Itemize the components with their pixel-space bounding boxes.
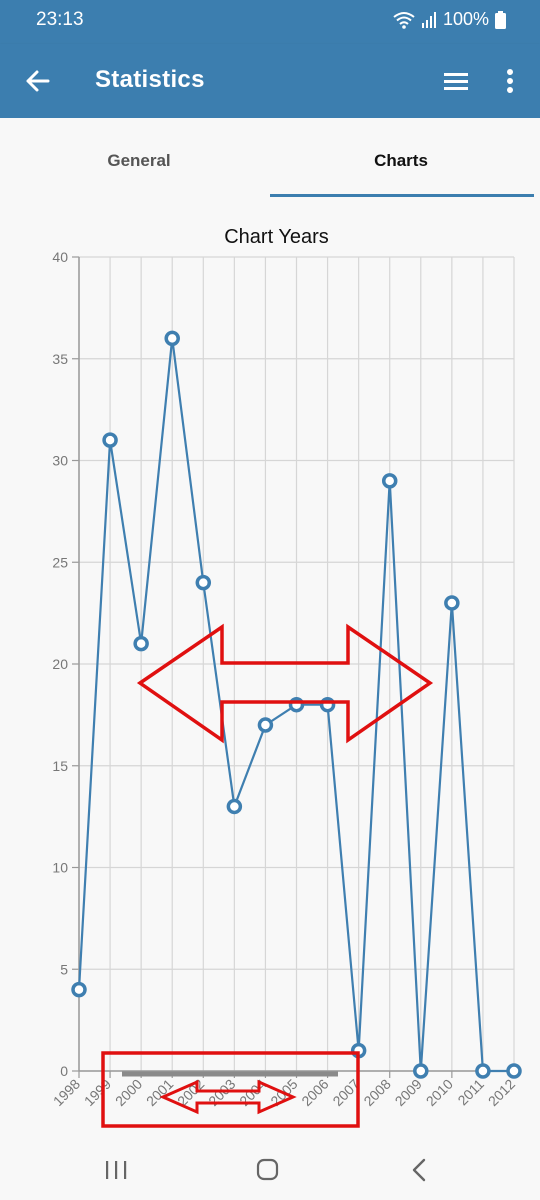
data-point [133,635,149,652]
page-title: Statistics [95,66,205,93]
pan-arrow-annotation [136,623,434,744]
data-point [475,1063,491,1079]
app-bar: Statistics [0,44,540,118]
active-tab-indicator [270,194,534,197]
battery-icon [495,10,506,29]
battery-percent: 100% [442,9,489,29]
nav-back-icon[interactable] [390,1150,450,1190]
data-point [164,330,180,347]
y-tick-label: 30 [52,453,68,469]
x-tick-label: 1998 [50,1076,83,1109]
data-point [413,1063,429,1079]
more-vert-icon[interactable] [492,61,528,101]
data-point [102,432,118,448]
y-tick-label: 20 [52,656,68,672]
x-tick-label: 2011 [454,1076,487,1109]
signal-icon [421,11,436,28]
status-icons: 100% [393,9,506,30]
tab-general[interactable]: General [4,118,274,198]
x-tick-label: 1999 [81,1076,114,1109]
status-time: 23:13 [36,9,84,30]
y-tick-label: 35 [52,351,68,367]
recents-icon[interactable] [86,1150,146,1190]
data-point [71,981,87,998]
hamburger-menu-icon[interactable] [436,61,476,101]
data-point [381,473,398,489]
x-tick-label: 2012 [485,1076,518,1109]
home-icon[interactable] [238,1150,298,1190]
data-point [257,717,274,733]
x-tick-label: 2009 [392,1076,425,1109]
wifi-icon [393,11,415,29]
y-tick-label: 10 [52,860,68,876]
y-tick-label: 15 [52,758,68,774]
status-bar: 23:13 100% [0,0,540,44]
data-point [226,798,243,815]
back-arrow-icon[interactable] [18,61,58,101]
x-tick-label: 2008 [360,1076,393,1109]
data-point [506,1063,522,1079]
data-point [444,595,460,611]
system-nav-bar [0,1138,540,1200]
zoom-range-bar [122,1071,338,1077]
tab-bar: General Charts [0,118,540,200]
x-tick-label: 2000 [112,1076,145,1109]
tab-charts[interactable]: Charts [266,118,536,198]
y-tick-label: 40 [52,249,68,265]
line-chart[interactable]: Chart Years 0 5 10 15 20 25 30 35 40 199819992000 2… [0,200,540,1135]
y-tick-label: 5 [60,961,68,977]
y-tick-label: 0 [60,1063,68,1079]
chart-container: Chart Years 0 5 10 15 20 25 30 35 40 1998 1999 2000 2… [0,200,540,1135]
y-tick-label: 25 [52,554,68,570]
chart-title: Chart Years [224,226,329,248]
data-point [195,574,212,591]
x-tick-label: 2006 [298,1076,331,1109]
x-tick-label: 2010 [423,1076,456,1109]
